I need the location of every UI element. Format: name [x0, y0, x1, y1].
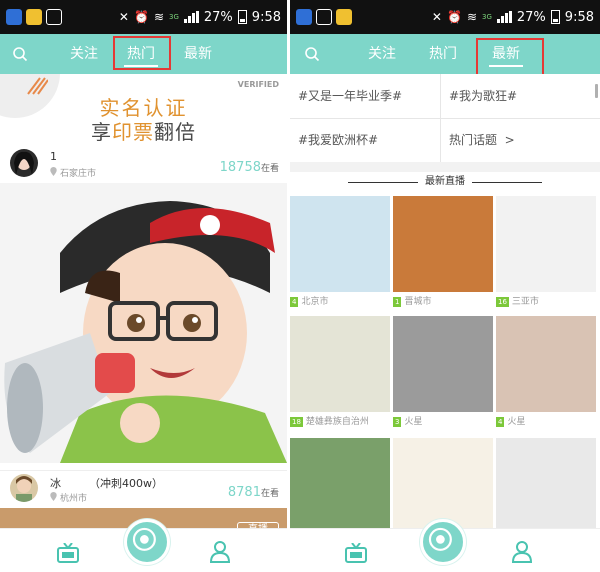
- live-thumbnail[interactable]: [290, 316, 390, 412]
- start-live-button[interactable]: [420, 519, 466, 565]
- banner-subtitle: 享印票翻倍: [91, 120, 196, 144]
- level-badge: 3: [393, 417, 402, 427]
- level-badge: 4: [290, 297, 299, 307]
- tab-latest[interactable]: 最新: [178, 34, 218, 74]
- bottom-tab-bar: [290, 519, 600, 572]
- live-thumbnail-caption: 4 火星: [496, 415, 525, 429]
- live-thumbnail[interactable]: [290, 196, 390, 292]
- battery-icon: [237, 10, 247, 24]
- signal-icon: [496, 11, 512, 23]
- streamer-location: 石家庄市: [50, 166, 96, 179]
- level-badge: 4: [496, 417, 505, 427]
- topic-item[interactable]: #我爱欧洲杯#: [290, 118, 440, 162]
- verified-label: VERIFIED: [237, 80, 279, 89]
- signal-icon: [183, 11, 199, 23]
- live-thumbnail-caption: 16 三亚市: [496, 295, 539, 309]
- right-phone-screen: ✕ ⏰ ≋ 3G 27% 9:58 关注 热门 最新 #又是一年毕业季# #我为…: [290, 0, 600, 572]
- divider: [290, 118, 600, 119]
- viewer-count: 8781在看: [227, 485, 279, 500]
- scrollbar[interactable]: [595, 84, 598, 98]
- image-icon: [46, 9, 62, 25]
- live-thumbnail[interactable]: [496, 438, 596, 528]
- avatar[interactable]: [10, 474, 38, 502]
- profile-icon[interactable]: [210, 541, 230, 563]
- level-badge: 1: [393, 297, 402, 307]
- top-nav: 关注 热门 最新: [0, 34, 287, 74]
- section-gap: [290, 162, 600, 172]
- status-bar: ✕ ⏰ ≋ 3G 27% 9:58: [290, 0, 600, 34]
- network-type: 3G: [482, 13, 492, 21]
- live-thumbnail[interactable]: [393, 196, 493, 292]
- mute-icon: ✕: [431, 10, 442, 24]
- live-thumbnail-caption: 18 楚雄彝族自治州: [290, 415, 369, 429]
- level-badge: 18: [290, 417, 303, 427]
- camera-lens-icon: [428, 527, 452, 551]
- image-icon: [316, 9, 332, 25]
- live-cover-image[interactable]: [0, 183, 287, 463]
- section-title: 最新直播: [290, 172, 600, 192]
- wifi-icon: ≋: [466, 10, 477, 24]
- live-thumbnail[interactable]: [393, 316, 493, 412]
- battery-percent: 27%: [516, 9, 546, 25]
- avatar[interactable]: [10, 149, 38, 177]
- live-thumbnail-caption: 1 晋城市: [393, 295, 431, 309]
- live-thumbnail[interactable]: [496, 196, 596, 292]
- left-phone-screen: ✕ ⏰ ≋ 3G 27% 9:58 关注 热门 最新 VERIFIED 实名认证…: [0, 0, 287, 572]
- mute-icon: ✕: [118, 10, 129, 24]
- alarm-icon: ⏰: [446, 10, 462, 24]
- location-pin-icon: [50, 492, 57, 501]
- level-badge: 16: [496, 297, 509, 307]
- live-thumbnail[interactable]: [290, 438, 390, 528]
- clock: 9:58: [564, 9, 594, 25]
- battery-icon: [550, 10, 560, 24]
- live-city: 北京市: [301, 297, 329, 307]
- tab-follow[interactable]: 关注: [64, 34, 104, 74]
- highlight-box: [476, 38, 544, 76]
- tab-follow[interactable]: 关注: [362, 34, 402, 74]
- live-city: 火星: [507, 417, 526, 427]
- app-notification-icon: [296, 9, 312, 25]
- streamer-name: 冰 （冲刺400w）: [50, 477, 163, 490]
- camera-lens-icon: [132, 527, 156, 551]
- live-thumbnail-caption: 4 北京市: [290, 295, 328, 309]
- tv-icon[interactable]: [57, 543, 79, 563]
- viewer-count: 18758在看: [219, 160, 279, 175]
- live-city: 火星: [404, 417, 423, 427]
- live-city: 楚雄彝族自治州: [305, 417, 369, 427]
- wifi-icon: ≋: [153, 10, 164, 24]
- streamer-name: 1: [50, 150, 57, 163]
- hot-topics-link[interactable]: 热门话题 >: [441, 118, 591, 162]
- streamer-location: 杭州市: [50, 491, 87, 504]
- location-pin-icon: [50, 167, 57, 176]
- tab-hot[interactable]: 热门: [423, 34, 463, 74]
- app-notification-icon: [6, 9, 22, 25]
- top-nav: 关注 热门 最新: [290, 34, 600, 76]
- clock: 9:58: [251, 9, 281, 25]
- status-bar: ✕ ⏰ ≋ 3G 27% 9:58: [0, 0, 287, 34]
- live-item-header[interactable]: 1 石家庄市 18758在看: [0, 146, 287, 182]
- search-icon[interactable]: [12, 46, 28, 62]
- topic-item[interactable]: #我为歌狂#: [441, 74, 591, 118]
- start-live-button[interactable]: [124, 519, 170, 565]
- highlight-box: [113, 36, 171, 70]
- live-thumbnail[interactable]: [393, 438, 493, 528]
- alarm-icon: ⏰: [133, 10, 149, 24]
- battery-percent: 27%: [203, 9, 233, 25]
- live-thumbnail-caption: 3 火星: [393, 415, 422, 429]
- tv-icon[interactable]: [345, 543, 367, 563]
- search-icon[interactable]: [304, 46, 320, 62]
- live-city: 三亚市: [511, 297, 539, 307]
- topic-grid: #又是一年毕业季# #我为歌狂# #我爱欧洲杯# 热门话题 >: [290, 74, 600, 162]
- network-type: 3G: [169, 13, 179, 21]
- app-notification-icon: [26, 9, 42, 25]
- verification-banner[interactable]: VERIFIED 实名认证 享印票翻倍: [0, 74, 287, 146]
- topic-item[interactable]: #又是一年毕业季#: [290, 74, 440, 118]
- live-city: 晋城市: [404, 297, 432, 307]
- app-notification-icon: [336, 9, 352, 25]
- live-thumbnail[interactable]: [496, 316, 596, 412]
- profile-icon[interactable]: [512, 541, 532, 563]
- bottom-tab-bar: [0, 519, 287, 572]
- live-item-header[interactable]: 冰 （冲刺400w） 杭州市 8781在看: [0, 470, 287, 506]
